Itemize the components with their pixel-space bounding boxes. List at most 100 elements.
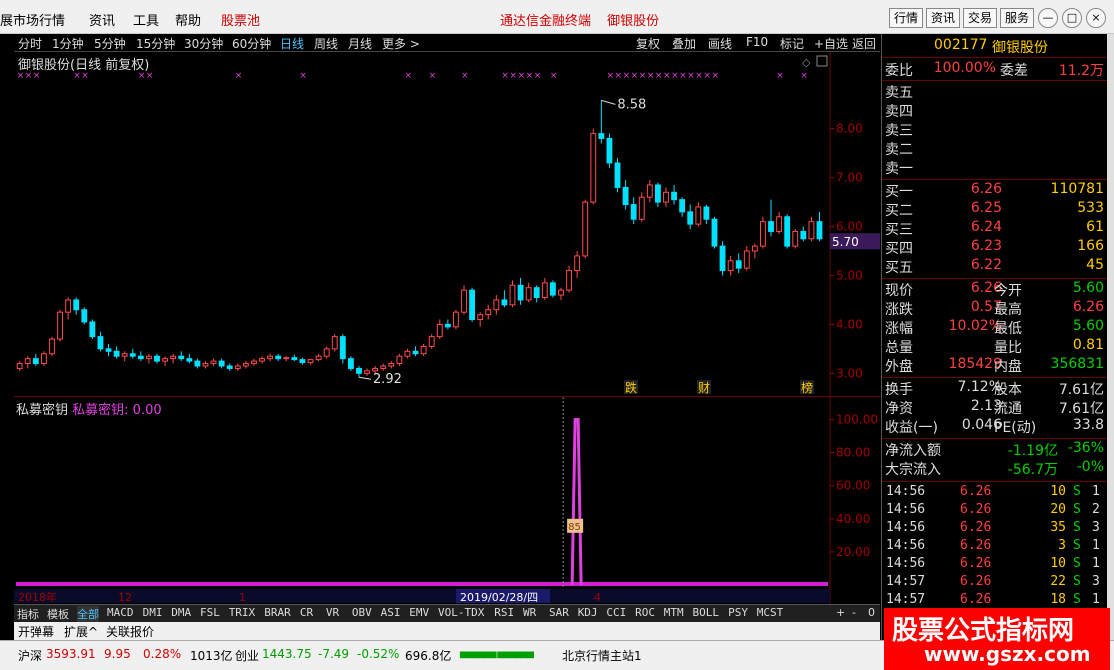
sell-row: 卖五 bbox=[882, 82, 1108, 101]
candle-body bbox=[65, 299, 72, 313]
indicator-tab[interactable]: VOL-TDX bbox=[438, 606, 484, 619]
indicator-tab[interactable]: KDJ bbox=[578, 606, 598, 619]
indicator-tab[interactable]: PSY bbox=[728, 606, 748, 619]
expand-button[interactable]: 扩展^ bbox=[64, 623, 98, 640]
candle-body bbox=[97, 336, 104, 350]
indicator-tab[interactable]: BRAR bbox=[264, 606, 291, 619]
tick-price: 6.26 bbox=[960, 520, 992, 535]
buy-volume: 45 bbox=[1086, 257, 1104, 273]
indicator-tab[interactable]: MCST bbox=[757, 606, 784, 619]
tick-side: S bbox=[1073, 574, 1081, 589]
tab-control-button[interactable]: 0 bbox=[868, 606, 875, 619]
station-name[interactable]: 北京行情主站1 bbox=[562, 647, 642, 664]
indicator-tab[interactable]: SAR bbox=[549, 606, 569, 619]
x-axis-label: 12 bbox=[118, 591, 132, 604]
indicator-tab[interactable]: BOLL bbox=[693, 606, 720, 619]
candle-body bbox=[760, 221, 766, 247]
sh-change: 9.95 bbox=[104, 647, 131, 661]
danmu-button[interactable]: 开弹幕 bbox=[18, 623, 54, 640]
period-1min[interactable]: 1分钟 bbox=[52, 35, 84, 52]
signal-marker-icon: × bbox=[404, 71, 412, 81]
menu-help[interactable]: 帮助 bbox=[175, 10, 201, 29]
period-monthly[interactable]: 月线 bbox=[348, 35, 372, 52]
menu-market[interactable]: 展市场行情 bbox=[0, 10, 65, 29]
candle-body bbox=[323, 348, 330, 357]
kline-chart[interactable]: 8.00 7.00 6.00 5.00 4.00 3.00 × × × × × × × × × × × × × × × ×… bbox=[14, 52, 880, 396]
candle-body bbox=[428, 336, 435, 347]
indicator-tab[interactable]: 模板 bbox=[47, 606, 69, 622]
mark-button[interactable]: 标记 bbox=[780, 35, 804, 52]
candle-body bbox=[582, 201, 589, 257]
sell-row: 卖一 bbox=[882, 158, 1108, 177]
period-tick[interactable]: 分时 bbox=[18, 35, 42, 52]
tick-row: 14:56 6.26 10 S 1 bbox=[882, 484, 1108, 502]
indicator-tab[interactable]: CCI bbox=[606, 606, 626, 619]
low-label: 2.92 bbox=[373, 372, 402, 387]
fund-value-2: 7.61亿 bbox=[1058, 382, 1104, 398]
menu-stock-pool[interactable]: 股票池 bbox=[221, 10, 260, 29]
minimize-icon[interactable]: — bbox=[1038, 8, 1058, 28]
panel-toggle-icon[interactable] bbox=[816, 55, 828, 67]
right-scrollbar[interactable] bbox=[1107, 34, 1114, 640]
period-5min[interactable]: 5分钟 bbox=[94, 35, 126, 52]
adjust-button[interactable]: 复权 bbox=[636, 35, 660, 52]
indicator-tab[interactable]: 全部 bbox=[77, 606, 99, 622]
candle-body bbox=[436, 323, 443, 338]
period-60min[interactable]: 60分钟 bbox=[232, 35, 271, 52]
indicator-tab[interactable]: RSI bbox=[494, 606, 514, 619]
chart-toolbar: 分时 1分钟 5分钟 15分钟 30分钟 60分钟 日线 周线 月线 更多 > … bbox=[14, 34, 880, 52]
indicator-tab[interactable]: ROC bbox=[635, 606, 655, 619]
quote-button[interactable]: 行情 bbox=[889, 8, 923, 28]
candle-body bbox=[412, 350, 419, 355]
add-watchlist-button[interactable]: +自选 bbox=[814, 35, 848, 52]
tab-control-button[interactable]: + bbox=[836, 606, 845, 619]
menu-tools[interactable]: 工具 bbox=[133, 10, 159, 29]
indicator-tab[interactable]: TRIX bbox=[229, 606, 256, 619]
current-price-label: 5.70 bbox=[832, 235, 859, 249]
indicator-tab[interactable]: MTM bbox=[664, 606, 684, 619]
tab-control-button[interactable]: - bbox=[852, 606, 856, 619]
period-daily[interactable]: 日线 bbox=[280, 35, 304, 52]
signal-marker-icon: × bbox=[526, 71, 534, 81]
period-30min[interactable]: 30分钟 bbox=[184, 35, 223, 52]
market-bars-icon: ▅▅▅▅▅▅ ▅▅▅▅▅▅ bbox=[460, 649, 534, 659]
draw-button[interactable]: 画线 bbox=[708, 35, 732, 52]
indicator-tab[interactable]: MACD bbox=[107, 606, 134, 619]
indicator-tab[interactable]: EMV bbox=[409, 606, 429, 619]
candle-body bbox=[145, 355, 152, 360]
indicator-tab[interactable]: DMI bbox=[143, 606, 163, 619]
indicator-tab[interactable]: VR bbox=[326, 606, 339, 619]
signal-marker-icon: × bbox=[623, 71, 631, 81]
flow-pct: -0% bbox=[1076, 459, 1104, 475]
back-button[interactable]: 返回 bbox=[852, 35, 876, 52]
maximize-icon[interactable]: □ bbox=[1062, 8, 1082, 28]
close-icon[interactable]: × bbox=[1086, 8, 1106, 28]
diamond-icon[interactable]: ◇ bbox=[802, 56, 811, 69]
candle-body bbox=[509, 284, 516, 306]
f10-button[interactable]: F10 bbox=[746, 35, 768, 49]
indicator-tab[interactable]: CR bbox=[300, 606, 313, 619]
signal-marker-icon: × bbox=[639, 71, 647, 81]
service-button[interactable]: 服务 bbox=[1000, 8, 1034, 28]
buy-level-label: 买四 bbox=[885, 241, 913, 257]
indicator-tab[interactable]: 指标 bbox=[17, 606, 39, 622]
news-button[interactable]: 资讯 bbox=[926, 8, 960, 28]
trade-button[interactable]: 交易 bbox=[963, 8, 997, 28]
indicator-tab[interactable]: DMA bbox=[171, 606, 191, 619]
chart-title: 御银股份(日线 前复权) bbox=[18, 58, 150, 73]
sh-pct: 0.28% bbox=[143, 647, 182, 661]
tick-count: 3 bbox=[1092, 520, 1100, 535]
period-weekly[interactable]: 周线 bbox=[314, 35, 338, 52]
indicator-tab[interactable]: OBV bbox=[352, 606, 372, 619]
indicator-tab[interactable]: WR bbox=[523, 606, 536, 619]
related-quote-button[interactable]: 关联报价 bbox=[106, 623, 154, 640]
overlay-button[interactable]: 叠加 bbox=[672, 35, 696, 52]
menu-news[interactable]: 资讯 bbox=[89, 10, 115, 29]
stock-header: 002177 御银股份 bbox=[882, 34, 1108, 58]
period-15min[interactable]: 15分钟 bbox=[136, 35, 175, 52]
indicator-chart[interactable]: 100.00 80.00 60.00 40.00 20.00 85 2018年 12 1 4 201… bbox=[14, 396, 880, 604]
indicator-tab[interactable]: ASI bbox=[381, 606, 401, 619]
period-more[interactable]: 更多 > bbox=[382, 35, 420, 52]
quote-row: 外盘 185429 内盘 356831 bbox=[882, 356, 1108, 375]
indicator-tab[interactable]: FSL bbox=[200, 606, 220, 619]
